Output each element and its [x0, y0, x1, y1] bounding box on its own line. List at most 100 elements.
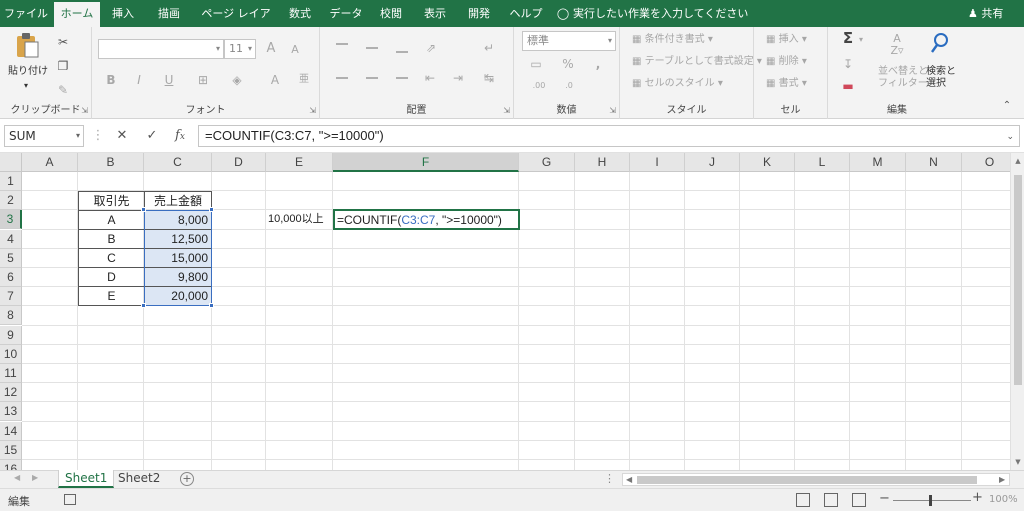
- column-header[interactable]: I: [630, 153, 685, 172]
- tab-data[interactable]: データ: [326, 0, 366, 27]
- cancel-icon[interactable]: ✕: [112, 125, 132, 147]
- phonetic-icon[interactable]: 亜: [297, 71, 311, 89]
- number-launcher-icon[interactable]: ⇲: [609, 106, 616, 115]
- row-header[interactable]: 15: [0, 441, 22, 460]
- align-center-icon[interactable]: [366, 77, 378, 79]
- percent-icon[interactable]: %: [560, 55, 576, 73]
- fill-icon[interactable]: ↧: [840, 55, 856, 73]
- row-header[interactable]: 12: [0, 383, 22, 402]
- table-cell[interactable]: A: [78, 210, 145, 230]
- format-cells-button[interactable]: ▦ 書式 ▾: [766, 75, 807, 93]
- increase-indent-icon[interactable]: ⇥: [448, 69, 468, 87]
- range-handle[interactable]: [141, 303, 146, 308]
- tab-developer[interactable]: 開発: [464, 0, 494, 27]
- table-cell[interactable]: B: [78, 229, 145, 249]
- add-sheet-button[interactable]: +: [180, 472, 194, 486]
- align-right-icon[interactable]: [396, 77, 408, 79]
- table-cell[interactable]: E: [78, 286, 145, 306]
- tab-view[interactable]: 表示: [420, 0, 450, 27]
- scroll-up-icon[interactable]: ▲: [1011, 157, 1024, 165]
- select-all-corner[interactable]: [0, 153, 22, 172]
- zoom-out-icon[interactable]: −: [879, 491, 890, 506]
- sheet-next-icon[interactable]: ▶: [32, 473, 38, 482]
- macro-record-icon[interactable]: [64, 494, 76, 505]
- range-handle[interactable]: [141, 207, 146, 212]
- vertical-scrollbar[interactable]: ▲ ▼: [1010, 153, 1024, 470]
- tab-insert[interactable]: 挿入: [108, 0, 138, 27]
- scroll-down-icon[interactable]: ▼: [1011, 458, 1024, 466]
- align-middle-icon[interactable]: [366, 47, 378, 49]
- bold-button[interactable]: B: [104, 71, 118, 89]
- column-header[interactable]: N: [906, 153, 962, 172]
- column-header[interactable]: M: [850, 153, 906, 172]
- borders-icon[interactable]: ⊞: [196, 71, 210, 89]
- tab-page-layout[interactable]: ページ レイアウト: [196, 0, 276, 47]
- horizontal-scroll-thumb[interactable]: [637, 476, 977, 484]
- worksheet-grid[interactable]: ABCDEFGHIJKLMNO 1 2 3 4 5 6 7 8 9 10 11 12 13 14 15 16 …: [0, 153, 1010, 470]
- zoom-slider-thumb[interactable]: [929, 495, 932, 506]
- active-cell[interactable]: =COUNTIF(C3:C7, ">=10000"): [333, 209, 520, 230]
- column-header[interactable]: E: [266, 153, 333, 172]
- row-header[interactable]: 16: [0, 460, 22, 470]
- clear-eraser-icon[interactable]: ▬: [840, 77, 856, 95]
- zoom-level[interactable]: 100%: [989, 494, 1018, 505]
- clipboard-launcher-icon[interactable]: ⇲: [81, 106, 88, 115]
- align-bottom-icon[interactable]: [396, 51, 408, 53]
- insert-function-icon[interactable]: fx: [170, 125, 190, 147]
- column-header[interactable]: H: [575, 153, 630, 172]
- table-cell[interactable]: C: [78, 248, 145, 268]
- row-header[interactable]: 7: [0, 287, 22, 306]
- comma-style-icon[interactable]: ,: [590, 55, 606, 73]
- row-header[interactable]: 5: [0, 249, 22, 268]
- increase-decimal-icon[interactable]: .00: [528, 77, 550, 95]
- autosum-dropdown-icon[interactable]: ▾: [856, 31, 866, 49]
- autosum-icon[interactable]: Σ: [840, 29, 856, 47]
- sort-filter-icon[interactable]: A Z▿: [884, 33, 910, 57]
- currency-icon[interactable]: ▭: [526, 55, 546, 73]
- share-button[interactable]: ♟ 共有: [968, 0, 1003, 27]
- paste-dropdown-icon[interactable]: ▾: [24, 77, 28, 95]
- row-header[interactable]: 6: [0, 268, 22, 287]
- italic-button[interactable]: I: [132, 71, 146, 89]
- label-cell[interactable]: 10,000以上: [268, 210, 334, 229]
- column-header[interactable]: L: [795, 153, 850, 172]
- fill-color-icon[interactable]: ◈: [230, 71, 244, 89]
- cell-styles-button[interactable]: ▦ セルのスタイル ▾: [632, 75, 723, 93]
- row-header[interactable]: 10: [0, 345, 22, 364]
- formula-input[interactable]: =COUNTIF(C3:C7, ">=10000") ⌄: [198, 125, 1020, 147]
- tab-home[interactable]: ホーム: [54, 2, 100, 27]
- enter-check-icon[interactable]: ✓: [142, 125, 162, 147]
- tab-file[interactable]: ファイル: [4, 0, 48, 27]
- font-size-combo[interactable]: 11 ▾: [224, 39, 256, 59]
- cut-icon[interactable]: ✂: [56, 33, 70, 51]
- tab-review[interactable]: 校閲: [376, 0, 406, 27]
- row-header[interactable]: 8: [0, 306, 22, 325]
- wrap-text-icon[interactable]: ↵: [480, 39, 498, 57]
- column-header[interactable]: C: [144, 153, 212, 172]
- row-header[interactable]: 11: [0, 364, 22, 383]
- row-header[interactable]: 9: [0, 326, 22, 345]
- align-top-icon[interactable]: [336, 43, 348, 45]
- decrease-decimal-icon[interactable]: .0: [558, 77, 580, 95]
- column-header[interactable]: G: [519, 153, 575, 172]
- name-box[interactable]: SUM ▾: [4, 125, 84, 147]
- row-header[interactable]: 14: [0, 422, 22, 441]
- font-color-icon[interactable]: A: [268, 71, 282, 89]
- font-name-combo[interactable]: ▾: [98, 39, 224, 59]
- page-layout-view-icon[interactable]: [824, 493, 838, 507]
- sort-filter-label-2[interactable]: フィルター: [878, 75, 928, 93]
- vertical-scroll-thumb[interactable]: [1014, 175, 1022, 385]
- row-header[interactable]: 3: [0, 210, 22, 229]
- font-launcher-icon[interactable]: ⇲: [309, 106, 316, 115]
- column-header[interactable]: D: [212, 153, 266, 172]
- table-header-cell[interactable]: 売上金額: [144, 191, 212, 211]
- horizontal-scrollbar[interactable]: ◀ ▶: [622, 473, 1010, 486]
- collapse-ribbon-icon[interactable]: ⌃: [1000, 97, 1014, 115]
- row-header[interactable]: 1: [0, 172, 22, 191]
- increase-font-icon[interactable]: A: [262, 40, 280, 58]
- copy-icon[interactable]: ❐: [56, 57, 70, 75]
- column-header[interactable]: F: [333, 153, 519, 172]
- merge-center-icon[interactable]: ↹: [480, 69, 498, 87]
- sheet-tab-sheet1[interactable]: Sheet1: [58, 470, 115, 488]
- row-header[interactable]: 2: [0, 191, 22, 210]
